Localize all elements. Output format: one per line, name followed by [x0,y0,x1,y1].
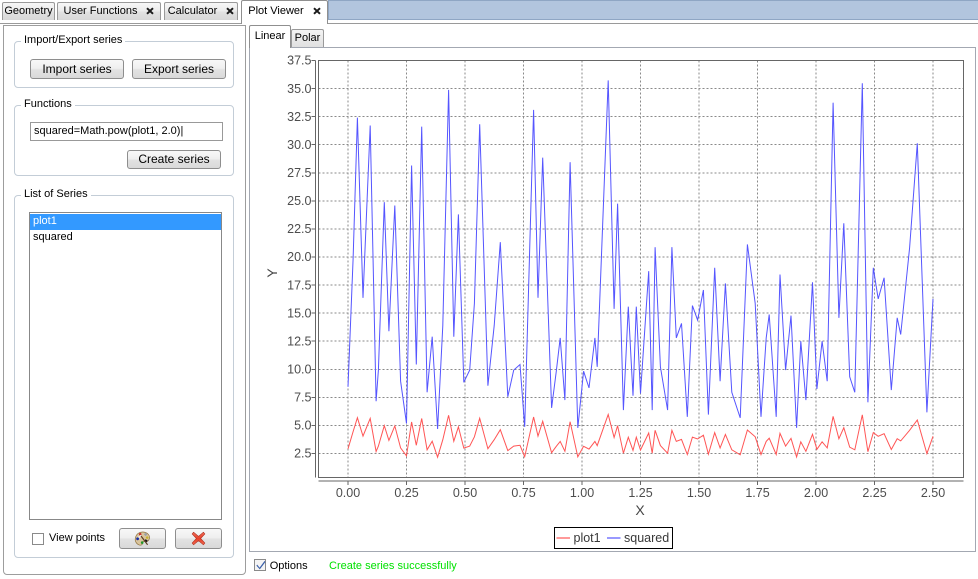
svg-text:0.00: 0.00 [336,486,360,500]
svg-text:12.5: 12.5 [287,334,311,348]
svg-text:2.5: 2.5 [294,447,311,461]
svg-text:25.0: 25.0 [287,194,311,208]
svg-text:15.0: 15.0 [287,306,311,320]
svg-text:Y: Y [264,268,280,278]
svg-text:plot1: plot1 [574,531,601,545]
svg-text:32.5: 32.5 [287,110,311,124]
svg-text:27.5: 27.5 [287,166,311,180]
svg-text:2.00: 2.00 [804,486,828,500]
svg-text:5.0: 5.0 [294,419,311,433]
svg-text:0.25: 0.25 [394,486,418,500]
svg-text:2.50: 2.50 [921,486,945,500]
svg-text:22.5: 22.5 [287,222,311,236]
svg-text:1.00: 1.00 [570,486,594,500]
svg-text:30.0: 30.0 [287,138,311,152]
svg-text:2.25: 2.25 [862,486,886,500]
svg-text:X: X [635,502,645,518]
svg-text:0.75: 0.75 [511,486,535,500]
svg-text:1.75: 1.75 [745,486,769,500]
svg-text:7.5: 7.5 [294,391,311,405]
svg-text:20.0: 20.0 [287,250,311,264]
svg-text:37.5: 37.5 [287,54,311,68]
svg-text:0.50: 0.50 [453,486,477,500]
svg-text:17.5: 17.5 [287,278,311,292]
svg-text:1.50: 1.50 [687,486,711,500]
svg-text:1.25: 1.25 [628,486,652,500]
svg-text:10.0: 10.0 [287,363,311,377]
svg-text:squared: squared [624,531,669,545]
svg-text:35.0: 35.0 [287,82,311,96]
